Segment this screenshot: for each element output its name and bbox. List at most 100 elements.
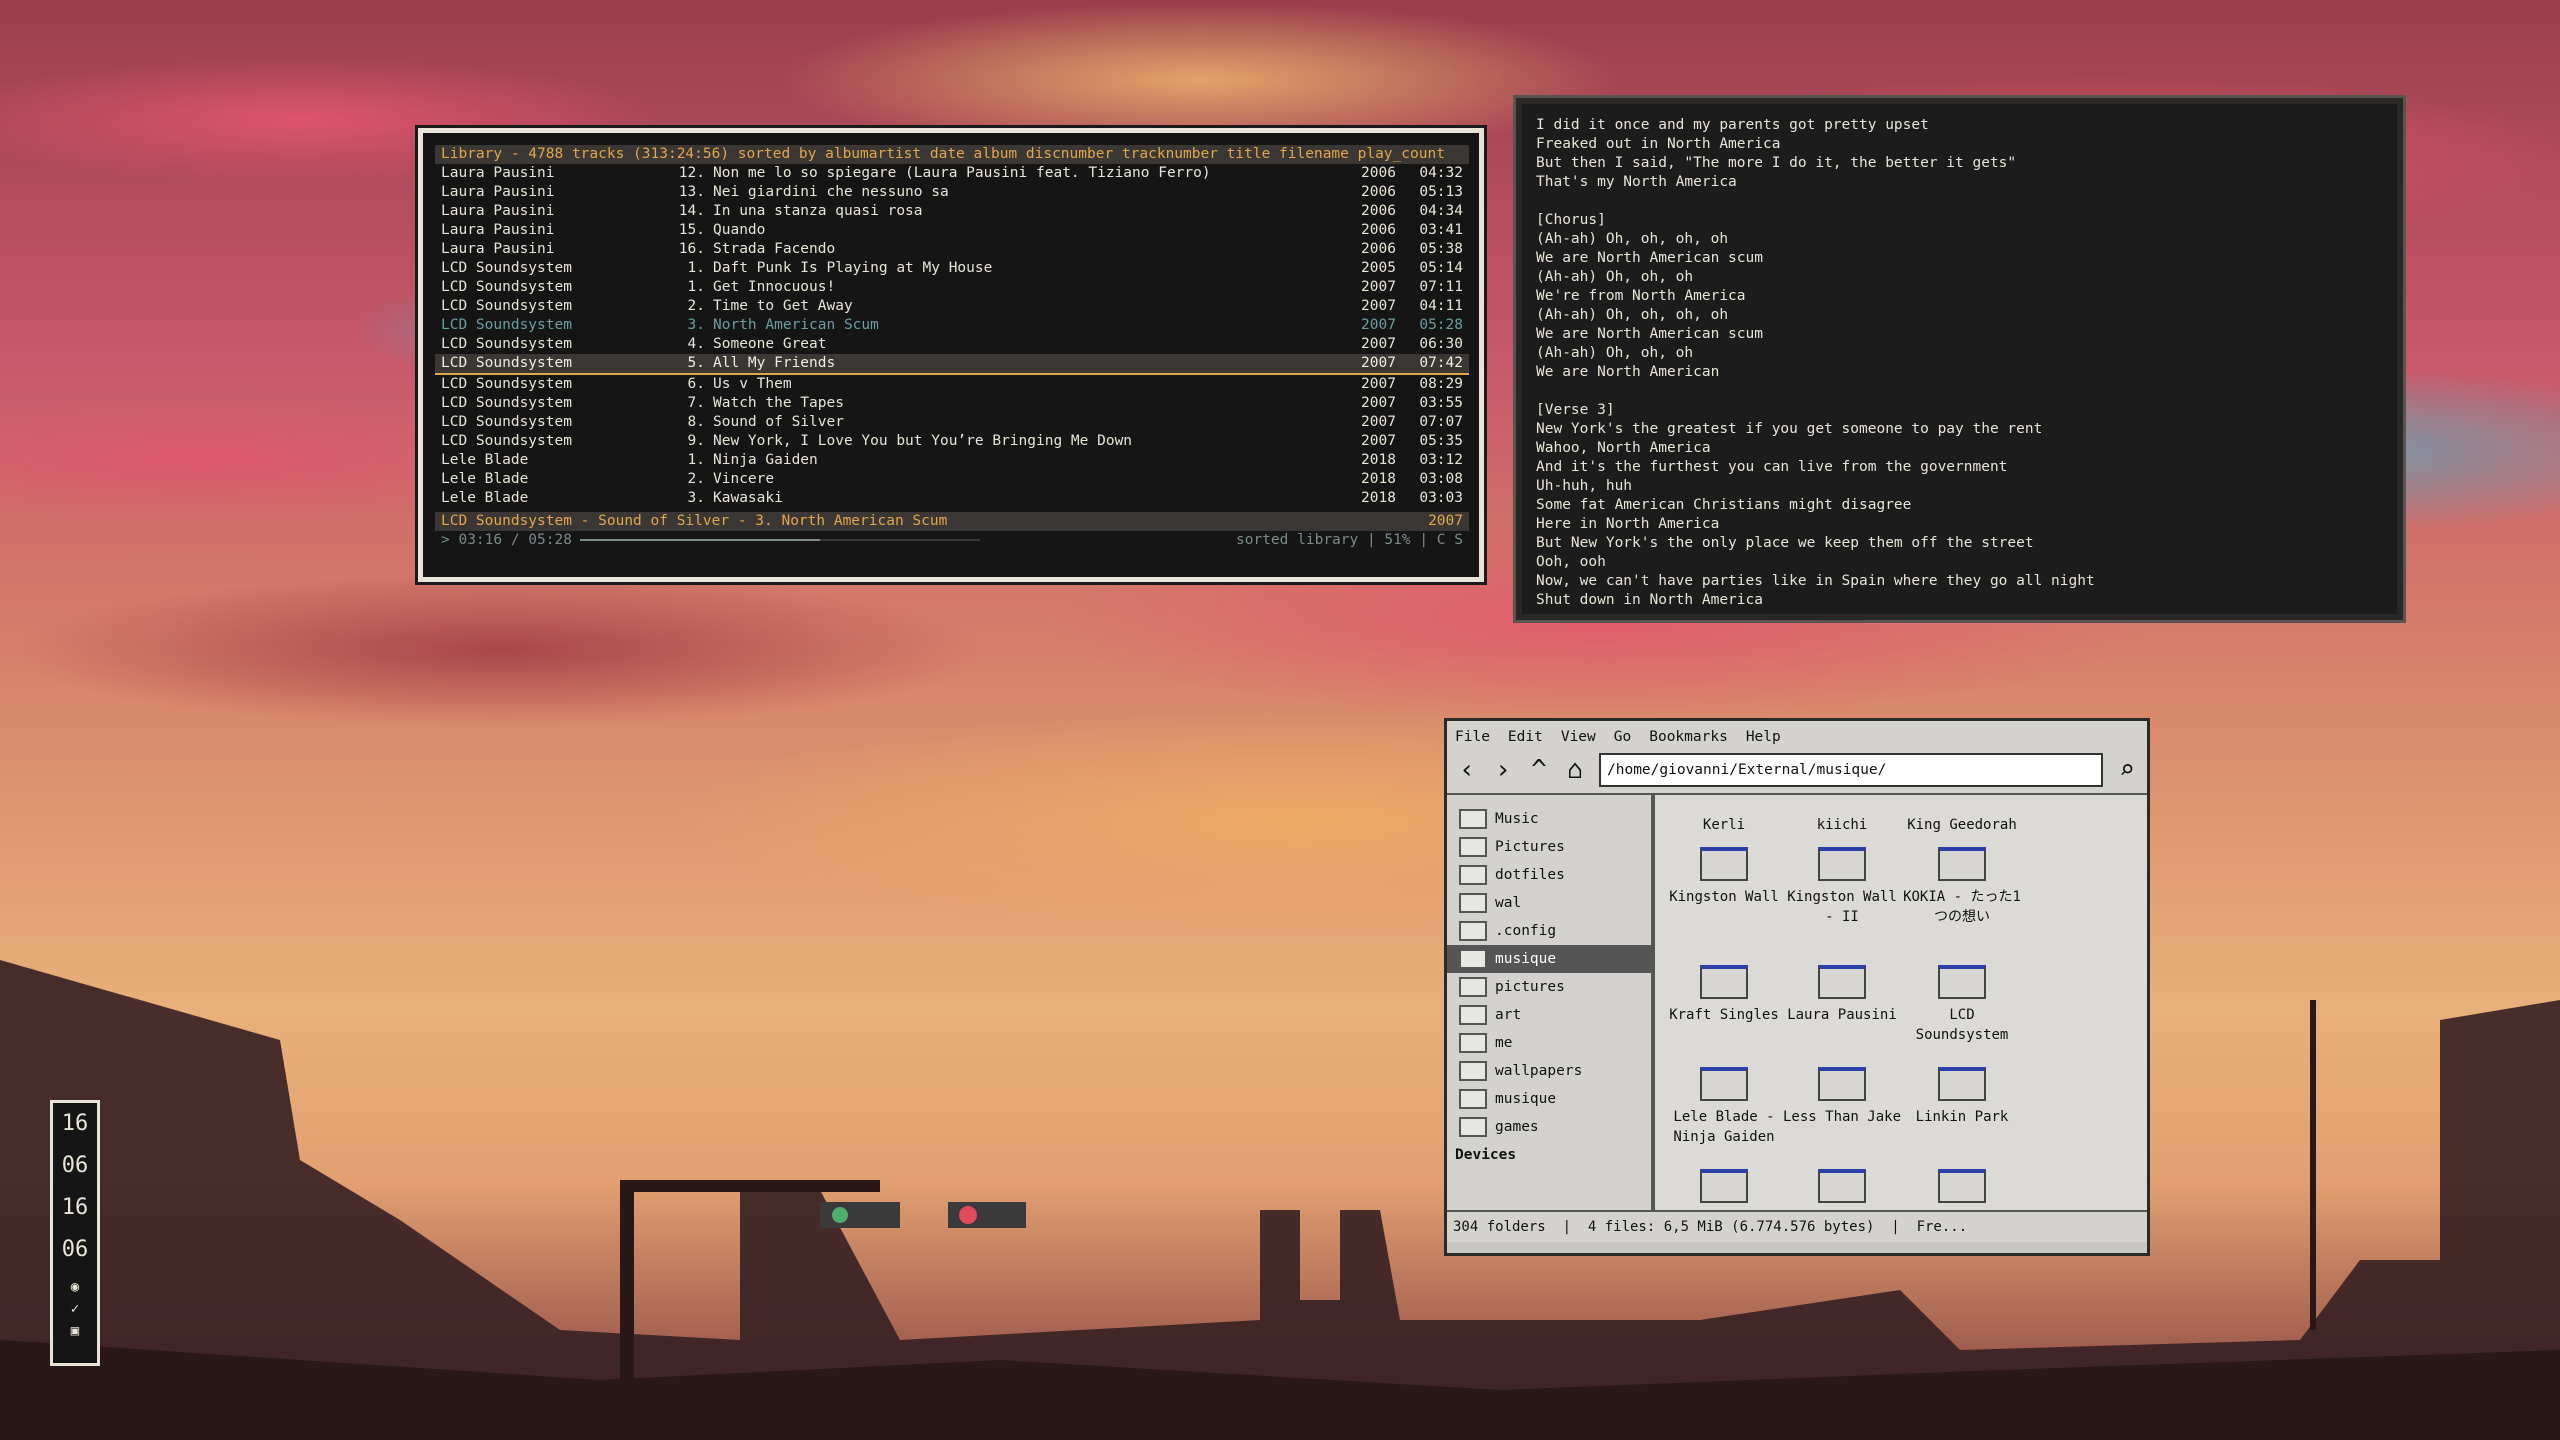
devices-label: Devices — [1455, 1147, 1517, 1163]
sidebar-item[interactable]: Pictures — [1447, 833, 1651, 861]
app-icon[interactable]: ▣ — [53, 1323, 97, 1345]
lyric-line: We are North American scum — [1536, 326, 1763, 342]
track-title: Ninja Gaiden — [713, 452, 818, 468]
path-input[interactable]: /home/giovanni/External/musique/ — [1599, 753, 2103, 787]
sidebar-item[interactable]: .config — [1447, 917, 1651, 945]
track-row[interactable]: LCD Soundsystem 4. Someone Great 2007 06:30 — [435, 335, 1469, 354]
sidebar-item[interactable]: wal — [1447, 889, 1651, 917]
folder-item[interactable]: Kerli — [1665, 795, 1783, 835]
track-row[interactable]: Laura Pausini 14. In una stanza quasi rosa… — [435, 202, 1469, 221]
menu-bookmarks[interactable]: Bookmarks — [1649, 729, 1728, 745]
menu-file[interactable]: File — [1455, 729, 1490, 745]
sidebar-item[interactable]: games — [1447, 1113, 1651, 1141]
track-row[interactable]: Laura Pausini 12. Non me lo so spiegare (L… — [435, 164, 1469, 183]
sidebar-item[interactable]: wallpapers — [1447, 1057, 1651, 1085]
folder-item[interactable]: Linkin Park — [1903, 1067, 2021, 1127]
forward-icon[interactable]: › — [1491, 757, 1515, 783]
library-header: Library - 4788 tracks (313:24:56) sorted… — [435, 145, 1469, 164]
track-number: 7. — [687, 395, 705, 411]
check-icon[interactable]: ✓ — [53, 1301, 97, 1323]
playback-position: > 03:16 / 05:28 — [441, 532, 572, 548]
track-row[interactable]: LCD Soundsystem 2. Time to Get Away 2007 04:… — [435, 297, 1469, 316]
lyrics-terminal[interactable]: I did it once and my parents got pretty … — [1513, 95, 2406, 623]
track-year: 2007 — [1361, 376, 1396, 392]
folder-item[interactable]: Lele Blade - Ninja Gaiden — [1665, 1067, 1783, 1147]
track-row[interactable]: Laura Pausini 13. Nei giardini che nessuno… — [435, 183, 1469, 202]
track-row[interactable]: LCD Soundsystem 7. Watch the Tapes 2007 03:5… — [435, 394, 1469, 413]
track-row[interactable]: Laura Pausini 16. Strada Facendo 2006 05:38 — [435, 240, 1469, 259]
sidebar-item[interactable]: art — [1447, 1001, 1651, 1029]
folder-icon — [1938, 847, 1986, 881]
track-row[interactable]: Lele Blade 3. Kawasaki 2018 03:03 — [435, 489, 1469, 508]
track-duration: 03:08 — [1419, 471, 1463, 487]
track-row[interactable]: LCD Soundsystem 3. North American Scum 2007… — [435, 316, 1469, 335]
track-row[interactable]: LCD Soundsystem 9. New York, I Love You bu… — [435, 432, 1469, 451]
folder-item[interactable]: kiichi — [1783, 795, 1901, 835]
folder-icon — [1459, 1033, 1487, 1053]
folder-item[interactable]: Kingston Wall - II — [1783, 847, 1901, 927]
track-title: Nei giardini che nessuno sa — [713, 184, 949, 200]
track-row[interactable]: Laura Pausini 15. Quando 2006 03:41 — [435, 221, 1469, 240]
track-duration: 07:07 — [1419, 414, 1463, 430]
track-row[interactable]: LCD Soundsystem 8. Sound of Silver 2007 07:0… — [435, 413, 1469, 432]
folder-grid[interactable]: Kerli kiichi King Geedorah Kingston Wall Kin… — [1655, 795, 2147, 1210]
sidebar-item[interactable]: pictures — [1447, 973, 1651, 1001]
sidebar-item-label: wal — [1495, 895, 1522, 911]
menu-edit[interactable]: Edit — [1508, 729, 1543, 745]
track-year: 2007 — [1361, 433, 1396, 449]
folder-label: LCD Soundsystem — [1915, 1007, 2009, 1043]
track-number: 4. — [687, 336, 705, 352]
folder-item[interactable]: Kingston Wall — [1665, 847, 1783, 907]
track-row[interactable]: LCD Soundsystem 1. Daft Punk Is Playing at… — [435, 259, 1469, 278]
track-artist: Laura Pausini — [441, 203, 555, 219]
home-icon[interactable]: ⌂ — [1563, 757, 1587, 783]
track-artist: Laura Pausini — [441, 222, 555, 238]
sidebar-item[interactable]: musique — [1447, 1085, 1651, 1113]
menu-go[interactable]: Go — [1614, 729, 1631, 745]
sidebar-item[interactable]: musique — [1447, 945, 1651, 973]
folder-item[interactable]: LCD Soundsystem — [1903, 965, 2021, 1045]
track-row[interactable]: LCD Soundsystem 6. Us v Them 2007 08:29 — [435, 375, 1469, 394]
track-title: Watch the Tapes — [713, 395, 844, 411]
sidebar-item[interactable]: Music — [1447, 805, 1651, 833]
track-artist: Laura Pausini — [441, 165, 555, 181]
track-list[interactable]: Laura Pausini 12. Non me lo so spiegare (L… — [435, 164, 1469, 508]
track-row[interactable]: LCD Soundsystem 1. Get Innocuous! 2007 07:11 — [435, 278, 1469, 297]
menu-view[interactable]: View — [1561, 729, 1596, 745]
file-manager-window[interactable]: File Edit View Go Bookmarks Help ‹ › ^ ⌂ /hom… — [1444, 718, 2150, 1256]
folder-item[interactable]: Laura Pausini — [1783, 965, 1901, 1025]
skyline-silhouette — [0, 960, 2560, 1440]
sidebar-item[interactable]: dotfiles — [1447, 861, 1651, 889]
track-year: 2007 — [1361, 355, 1396, 371]
folder-item[interactable]: Kraft Singles — [1665, 965, 1783, 1025]
track-row[interactable]: Lele Blade 2. Vincere 2018 03:08 — [435, 470, 1469, 489]
track-title: Time to Get Away — [713, 298, 853, 314]
track-number: 9. — [687, 433, 705, 449]
track-year: 2007 — [1361, 317, 1396, 333]
folder-item[interactable] — [1665, 1169, 1783, 1209]
music-player-window[interactable]: Library - 4788 tracks (313:24:56) sorted… — [415, 125, 1487, 585]
search-icon[interactable]: ⌕ — [2115, 757, 2139, 783]
track-artist: Laura Pausini — [441, 241, 555, 257]
menu-help[interactable]: Help — [1746, 729, 1781, 745]
track-row[interactable]: LCD Soundsystem 5. All My Friends 2007 07:42 — [435, 354, 1469, 375]
sidebar-item-label: .config — [1495, 923, 1557, 939]
discord-icon[interactable]: ◉ — [53, 1279, 97, 1301]
track-number: 1. — [687, 279, 705, 295]
folder-item[interactable]: Less Than Jake — [1783, 1067, 1901, 1127]
folder-item[interactable] — [1783, 1169, 1901, 1209]
sidebar-item[interactable]: me — [1447, 1029, 1651, 1057]
track-artist: LCD Soundsystem — [441, 279, 572, 295]
back-icon[interactable]: ‹ — [1455, 757, 1479, 783]
track-row[interactable]: Lele Blade 1. Ninja Gaiden 2018 03:12 — [435, 451, 1469, 470]
progress-bar[interactable] — [579, 539, 980, 541]
lyric-line: Ooh, ooh — [1536, 554, 1606, 570]
folder-icon — [1459, 921, 1487, 941]
status-line: > 03:16 / 05:28 sorted library | 51% | C… — [435, 531, 1469, 550]
up-icon[interactable]: ^ — [1527, 757, 1551, 783]
folder-icon — [1818, 847, 1866, 881]
folder-item[interactable]: KOKIA - たった1つの想い — [1903, 847, 2021, 927]
folder-item[interactable] — [1903, 1169, 2021, 1209]
track-number: 2. — [687, 471, 705, 487]
folder-item[interactable]: King Geedorah — [1903, 795, 2021, 835]
